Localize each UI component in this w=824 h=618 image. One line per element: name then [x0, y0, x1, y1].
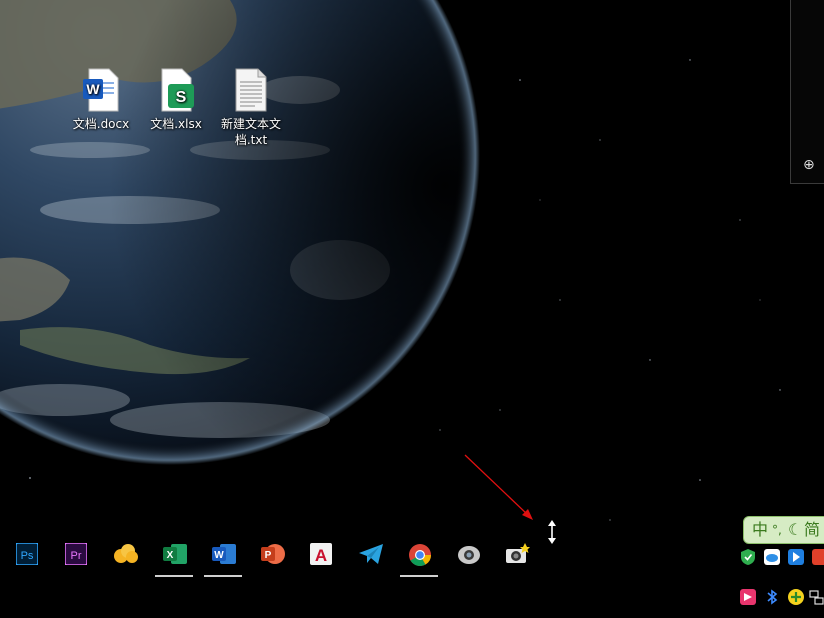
svg-text:Ps: Ps: [21, 550, 34, 562]
taskbar-app-cloud[interactable]: [103, 543, 147, 581]
premiere-icon: Pr: [65, 543, 87, 565]
text-document-icon: [233, 68, 269, 112]
cloud-app-icon: [114, 544, 138, 563]
photoshop-icon: Ps: [16, 543, 38, 565]
word-document-icon: W: [83, 68, 119, 112]
shield-tray-icon[interactable]: [739, 548, 757, 566]
red-tray-icon[interactable]: [811, 548, 824, 566]
svg-text:W: W: [86, 81, 100, 97]
active-indicator: [400, 575, 438, 577]
plus-tray-icon[interactable]: [787, 588, 805, 606]
taskbar-app-camera[interactable]: [446, 543, 490, 581]
cloud-tray-icon[interactable]: [763, 548, 781, 566]
camera-app-icon: [458, 546, 480, 564]
taskbar-app-word[interactable]: W: [201, 543, 245, 581]
svg-text:P: P: [265, 550, 272, 561]
svg-text:X: X: [167, 550, 174, 561]
svg-text:S: S: [176, 89, 187, 106]
desktop-icon-label: 新建文本文档.txt: [220, 117, 281, 147]
taskbar-app-chrome[interactable]: [397, 543, 441, 581]
taskbar-app-telegram[interactable]: [348, 543, 392, 581]
network-tray-icon[interactable]: [809, 588, 824, 606]
ime-mode: 简: [804, 520, 821, 539]
side-widget-panel: ⊕: [790, 0, 824, 184]
ime-punctuation-icon: °,: [772, 523, 782, 537]
telegram-icon: [359, 544, 383, 564]
camera-flash-icon: [506, 543, 530, 563]
taskbar-app-premiere[interactable]: Pr: [54, 543, 98, 581]
svg-text:Pr: Pr: [71, 550, 82, 562]
taskbar-app-powerpoint[interactable]: P: [250, 543, 294, 581]
taskbar-app-excel[interactable]: X: [152, 543, 196, 581]
taskbar-app-autocad[interactable]: A: [299, 543, 343, 581]
active-indicator: [204, 575, 242, 577]
svg-text:W: W: [214, 550, 224, 561]
desktop-icon-xlsx[interactable]: S 文档.xlsx: [141, 68, 211, 132]
autocad-icon: A: [310, 543, 332, 565]
taskbar: Ps Pr X W P A: [0, 533, 740, 581]
taskbar-app-camera-flash[interactable]: [495, 543, 539, 581]
add-circle-icon[interactable]: ⊕: [803, 157, 815, 173]
desktop-icon-txt[interactable]: 新建文本文档.txt: [216, 68, 286, 148]
bluetooth-tray-icon[interactable]: [763, 588, 781, 606]
ime-indicator[interactable]: 中 °, ☾ 简: [743, 516, 824, 544]
active-indicator: [155, 575, 193, 577]
desktop-icon-label: 文档.xlsx: [150, 117, 202, 131]
ime-language: 中: [752, 520, 769, 539]
chrome-icon: [409, 544, 431, 566]
svg-text:A: A: [315, 546, 327, 565]
taskbar-app-photoshop[interactable]: Ps: [5, 543, 49, 581]
ime-moon-icon: ☾: [788, 520, 803, 539]
arrow-tray-icon[interactable]: [787, 548, 805, 566]
excel-icon: X: [163, 544, 187, 564]
desktop-icon-docx[interactable]: W 文档.docx: [66, 68, 136, 132]
pink-tray-icon[interactable]: [739, 588, 757, 606]
powerpoint-icon: P: [261, 544, 285, 564]
word-icon: W: [212, 544, 236, 564]
sheet-document-icon: S: [158, 68, 194, 112]
desktop-icon-label: 文档.docx: [72, 117, 130, 131]
